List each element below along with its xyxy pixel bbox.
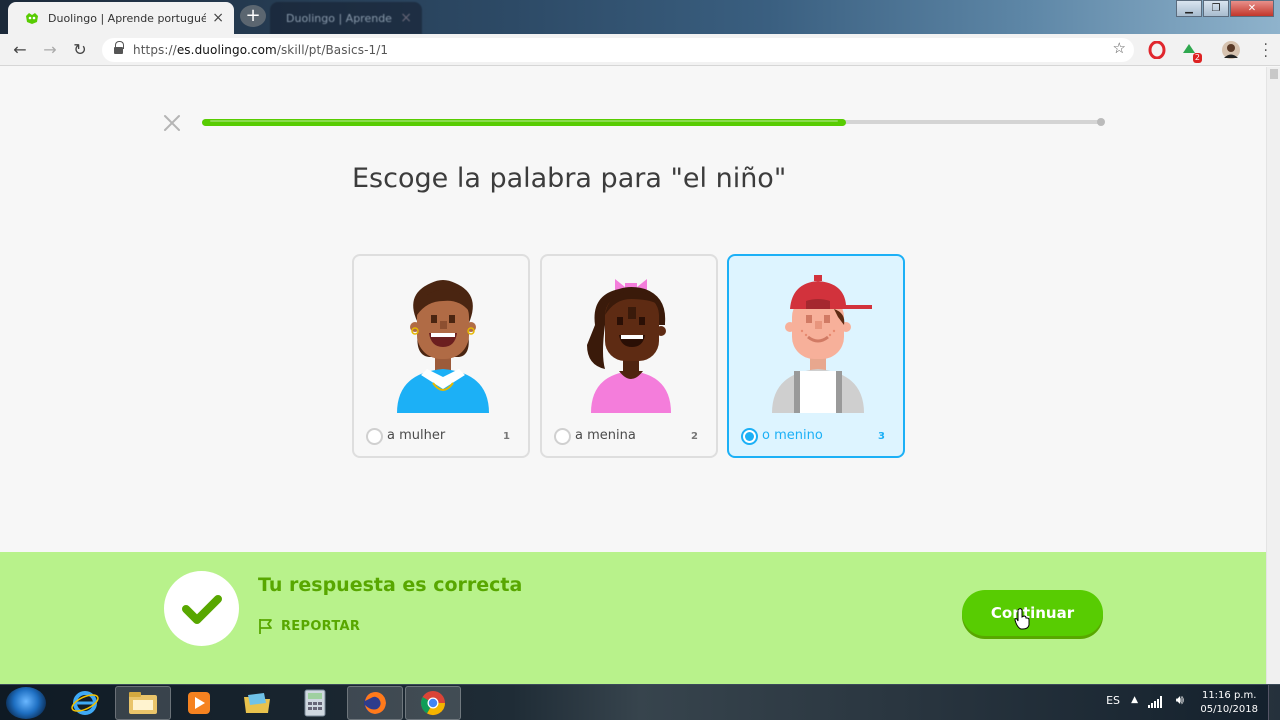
- chrome-icon[interactable]: [405, 686, 461, 720]
- new-tab-button[interactable]: +: [240, 5, 266, 27]
- tab-close-icon[interactable]: ×: [400, 10, 412, 26]
- tab-title: Duolingo | Aprende portugués c: [48, 11, 207, 25]
- duolingo-favicon-icon: [26, 13, 38, 24]
- tab-duolingo-active[interactable]: Duolingo | Aprende portugués c ×: [8, 2, 234, 34]
- choice-keyboard-hint: 3: [878, 431, 885, 442]
- maximize-button[interactable]: ❐: [1203, 0, 1229, 17]
- report-button[interactable]: REPORTAR: [258, 618, 360, 635]
- choice-card-menino[interactable]: o menino 3: [727, 254, 905, 458]
- quit-lesson-close-icon[interactable]: [162, 113, 182, 133]
- media-player-icon[interactable]: [171, 686, 227, 720]
- choice-keyboard-hint: 2: [691, 431, 698, 442]
- correct-badge: [164, 571, 239, 646]
- opera-extension-icon[interactable]: [1148, 41, 1166, 59]
- choice-label: a mulher: [387, 428, 446, 443]
- volume-icon[interactable]: 🔊︎: [1176, 693, 1184, 708]
- profile-avatar[interactable]: [1222, 41, 1240, 59]
- close-window-button[interactable]: ✕: [1230, 0, 1274, 17]
- taskbar-clock[interactable]: 11:16 p.m. 05/10/2018: [1200, 689, 1258, 717]
- flag-icon: [259, 619, 272, 634]
- choice-radio[interactable]: [366, 428, 383, 445]
- minimize-button[interactable]: ▁: [1176, 0, 1202, 17]
- extension-icon[interactable]: 2: [1180, 41, 1202, 63]
- file-explorer-icon[interactable]: [115, 686, 171, 720]
- checkmark-icon: [182, 595, 222, 624]
- back-arrow-icon[interactable]: ←: [9, 39, 31, 61]
- windows-taskbar: ES ▲ 🔊︎ 11:16 p.m. 05/10/2018: [0, 684, 1280, 720]
- challenge-prompt: Escoge la palabra para "el niño": [352, 163, 787, 194]
- browser-title-bar: Duolingo | Aprende portugués c × + Duoli…: [0, 0, 1280, 34]
- tab-title: Duolingo | Aprende portugués c: [286, 11, 394, 25]
- browser-toolbar: ← → ↻ https://es.duolingo.com/skill/pt/B…: [0, 34, 1280, 66]
- calculator-icon[interactable]: [287, 686, 343, 720]
- choice-label: o menino: [762, 428, 823, 443]
- bookmark-star-icon[interactable]: ☆: [1113, 39, 1126, 57]
- boy-illustration: [772, 275, 872, 413]
- feedback-panel: Tu respuesta es correcta REPORTAR Contin…: [0, 552, 1266, 684]
- lesson-page: Escoge la palabra para "el niño" a mulhe…: [0, 67, 1266, 552]
- lock-icon: [114, 41, 124, 55]
- forward-arrow-icon[interactable]: →: [39, 39, 61, 61]
- choice-label: a menina: [575, 428, 636, 443]
- network-signal-icon[interactable]: [1148, 696, 1162, 708]
- report-label: REPORTAR: [281, 619, 361, 634]
- show-desktop-button[interactable]: [1268, 685, 1280, 720]
- internet-explorer-icon[interactable]: [57, 686, 113, 720]
- woman-illustration: [397, 280, 489, 413]
- page-scrollbar[interactable]: [1266, 67, 1280, 684]
- tab-duolingo-inactive[interactable]: Duolingo | Aprende portugués c ×: [270, 2, 422, 34]
- scrollbar-up-arrow[interactable]: [1270, 69, 1278, 79]
- extension-badge: 2: [1192, 53, 1202, 63]
- show-hidden-icons-icon[interactable]: ▲: [1131, 695, 1138, 705]
- clock-date: 05/10/2018: [1200, 704, 1258, 715]
- choice-keyboard-hint: 1: [503, 431, 510, 442]
- girl-illustration: [587, 279, 671, 413]
- reload-icon[interactable]: ↻: [69, 39, 91, 61]
- folder-icon[interactable]: [229, 686, 285, 720]
- choice-card-menina[interactable]: a menina 2: [540, 254, 718, 458]
- lesson-progress-fill: [202, 119, 846, 126]
- hand-cursor-icon: [1014, 608, 1030, 630]
- progress-end-dot: [1097, 118, 1105, 126]
- language-indicator[interactable]: ES: [1106, 694, 1120, 707]
- windows-start-button[interactable]: [6, 687, 46, 719]
- lesson-progress-bar: [202, 118, 1105, 126]
- browser-menu-icon[interactable]: · · ·: [1264, 38, 1268, 64]
- address-bar[interactable]: https://es.duolingo.com/skill/pt/Basics-…: [102, 38, 1134, 62]
- feedback-title: Tu respuesta es correcta: [258, 574, 523, 596]
- continue-button[interactable]: Continuar: [962, 590, 1103, 636]
- url-text: https://es.duolingo.com/skill/pt/Basics-…: [133, 43, 389, 57]
- firefox-icon[interactable]: [347, 686, 403, 720]
- choice-radio[interactable]: [554, 428, 571, 445]
- clock-time: 11:16 p.m.: [1201, 690, 1257, 701]
- choice-card-mulher[interactable]: a mulher 1: [352, 254, 530, 458]
- choice-radio-selected[interactable]: [741, 428, 758, 445]
- tab-close-icon[interactable]: ×: [212, 10, 224, 26]
- window-controls: ▁ ❐ ✕: [1175, 0, 1274, 17]
